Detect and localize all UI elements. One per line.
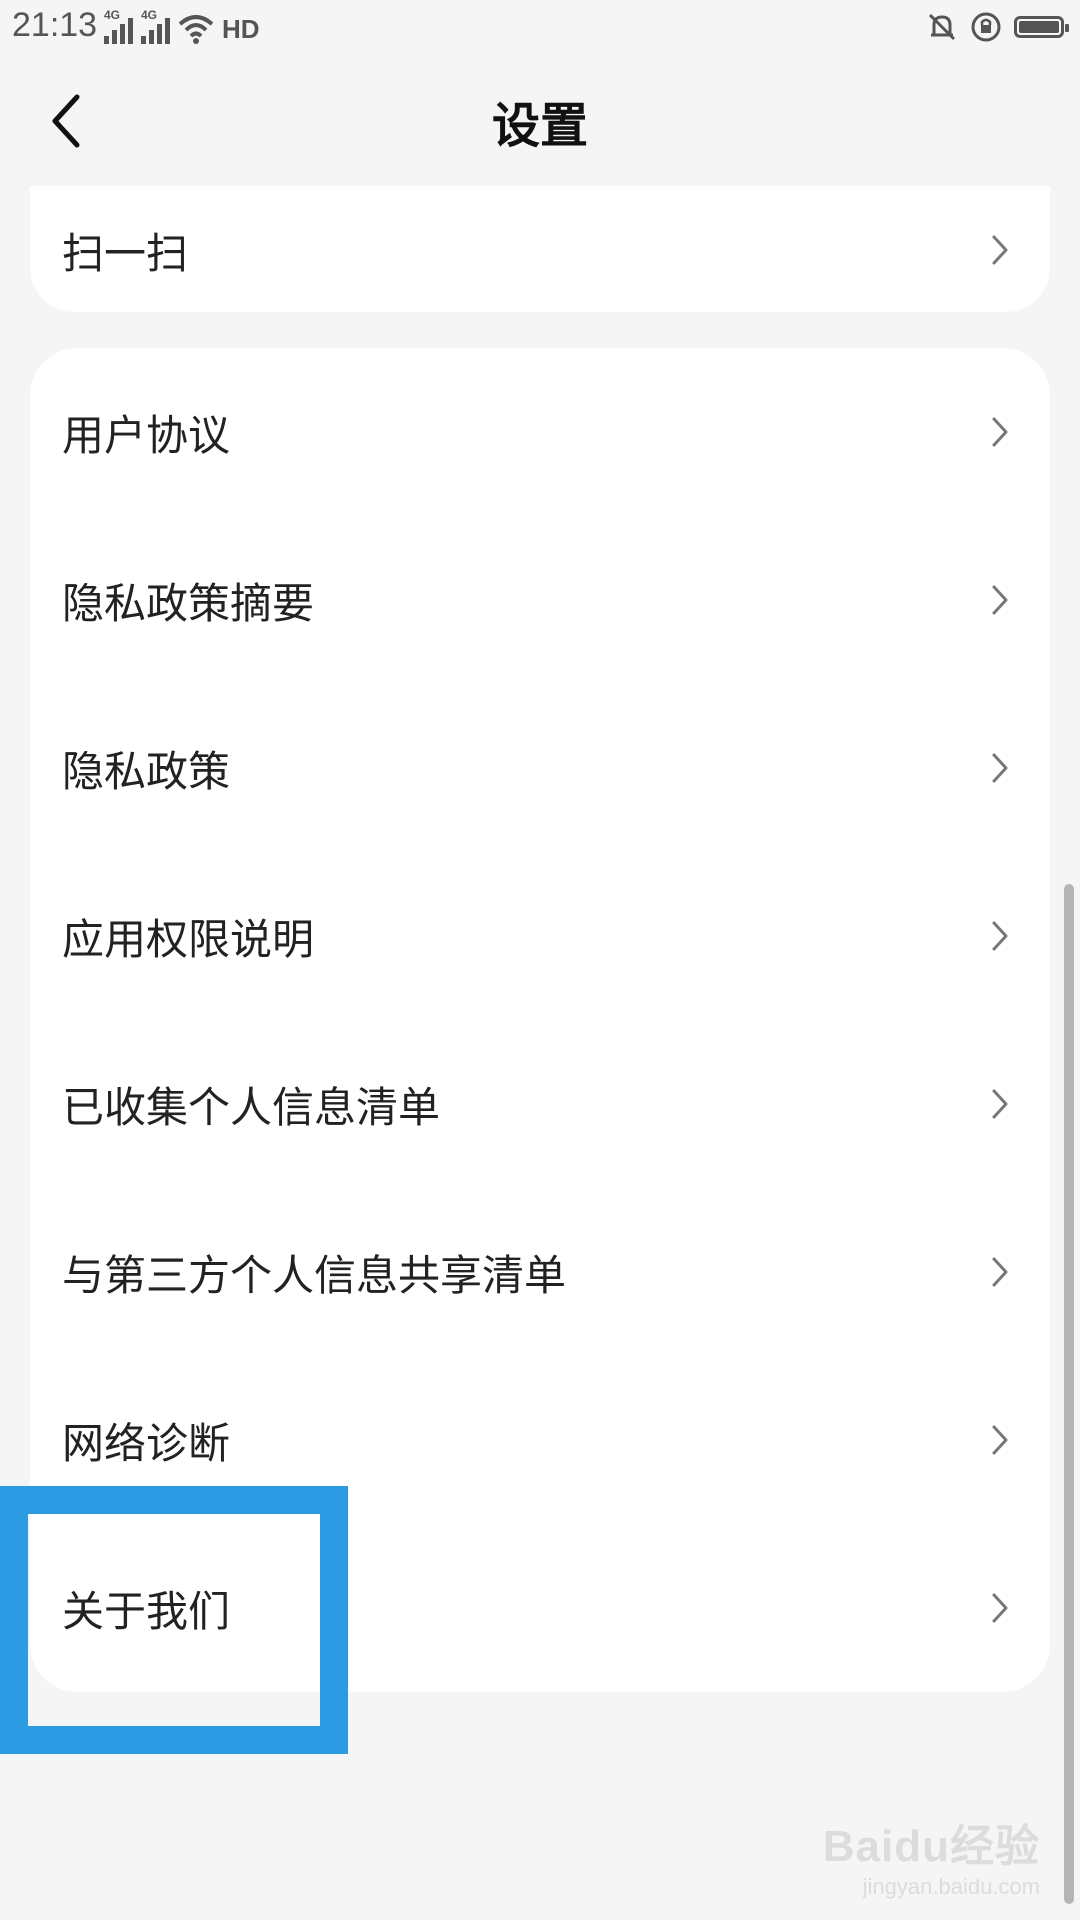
chevron-right-icon bbox=[976, 744, 1024, 792]
chevron-right-icon bbox=[976, 576, 1024, 624]
settings-card-scan: 扫一扫 bbox=[30, 186, 1050, 312]
battery-icon bbox=[1014, 16, 1069, 38]
chevron-right-icon bbox=[976, 408, 1024, 456]
settings-item-third-party-sharing[interactable]: 与第三方个人信息共享清单 bbox=[30, 1188, 1050, 1356]
settings-item-label: 与第三方个人信息共享清单 bbox=[62, 1250, 567, 1300]
settings-item-collected-info[interactable]: 已收集个人信息清单 bbox=[30, 1020, 1050, 1188]
chevron-right-icon bbox=[976, 1416, 1024, 1464]
settings-item-label: 网络诊断 bbox=[62, 1418, 231, 1468]
signal-icon: 4G bbox=[141, 8, 170, 44]
settings-item-label: 隐私政策 bbox=[62, 746, 231, 796]
settings-item-label: 已收集个人信息清单 bbox=[62, 1082, 441, 1132]
settings-item-scan[interactable]: 扫一扫 bbox=[30, 166, 1050, 334]
settings-item-label: 应用权限说明 bbox=[62, 914, 315, 964]
status-bar: 21:13 4G 4G HD bbox=[0, 0, 1080, 56]
status-right-icons bbox=[926, 10, 1069, 44]
highlight-box bbox=[0, 1486, 348, 1754]
settings-item-privacy-policy[interactable]: 隐私政策 bbox=[30, 684, 1050, 852]
scrollbar[interactable] bbox=[1064, 884, 1074, 1904]
settings-item-app-permissions[interactable]: 应用权限说明 bbox=[30, 852, 1050, 1020]
chevron-right-icon bbox=[976, 1584, 1024, 1632]
status-left-icons: 4G 4G HD bbox=[104, 8, 260, 44]
chevron-right-icon bbox=[976, 226, 1024, 274]
settings-item-label: 用户协议 bbox=[62, 410, 231, 460]
signal-icon: 4G bbox=[104, 8, 133, 44]
chevron-right-icon bbox=[976, 1080, 1024, 1128]
network-tag: 4G bbox=[141, 8, 158, 22]
watermark-url: jingyan.baidu.com bbox=[862, 1874, 1040, 1899]
status-time: 21:13 bbox=[12, 6, 98, 44]
settings-item-privacy-summary[interactable]: 隐私政策摘要 bbox=[30, 516, 1050, 684]
rotation-lock-icon bbox=[971, 12, 1001, 42]
settings-item-label: 隐私政策摘要 bbox=[62, 578, 315, 628]
mute-icon bbox=[928, 13, 956, 41]
watermark: Baidu经验 jingyan.baidu.com bbox=[820, 1810, 1040, 1900]
hd-icon: HD bbox=[222, 14, 260, 44]
settings-item-user-agreement[interactable]: 用户协议 bbox=[30, 348, 1050, 516]
watermark-logo: Baidu经验 bbox=[822, 1822, 1040, 1871]
wifi-icon bbox=[178, 15, 214, 44]
chevron-right-icon bbox=[976, 912, 1024, 960]
chevron-right-icon bbox=[976, 1248, 1024, 1296]
settings-item-label: 扫一扫 bbox=[62, 228, 189, 278]
page-title: 设置 bbox=[491, 98, 588, 154]
network-tag: 4G bbox=[104, 8, 121, 22]
